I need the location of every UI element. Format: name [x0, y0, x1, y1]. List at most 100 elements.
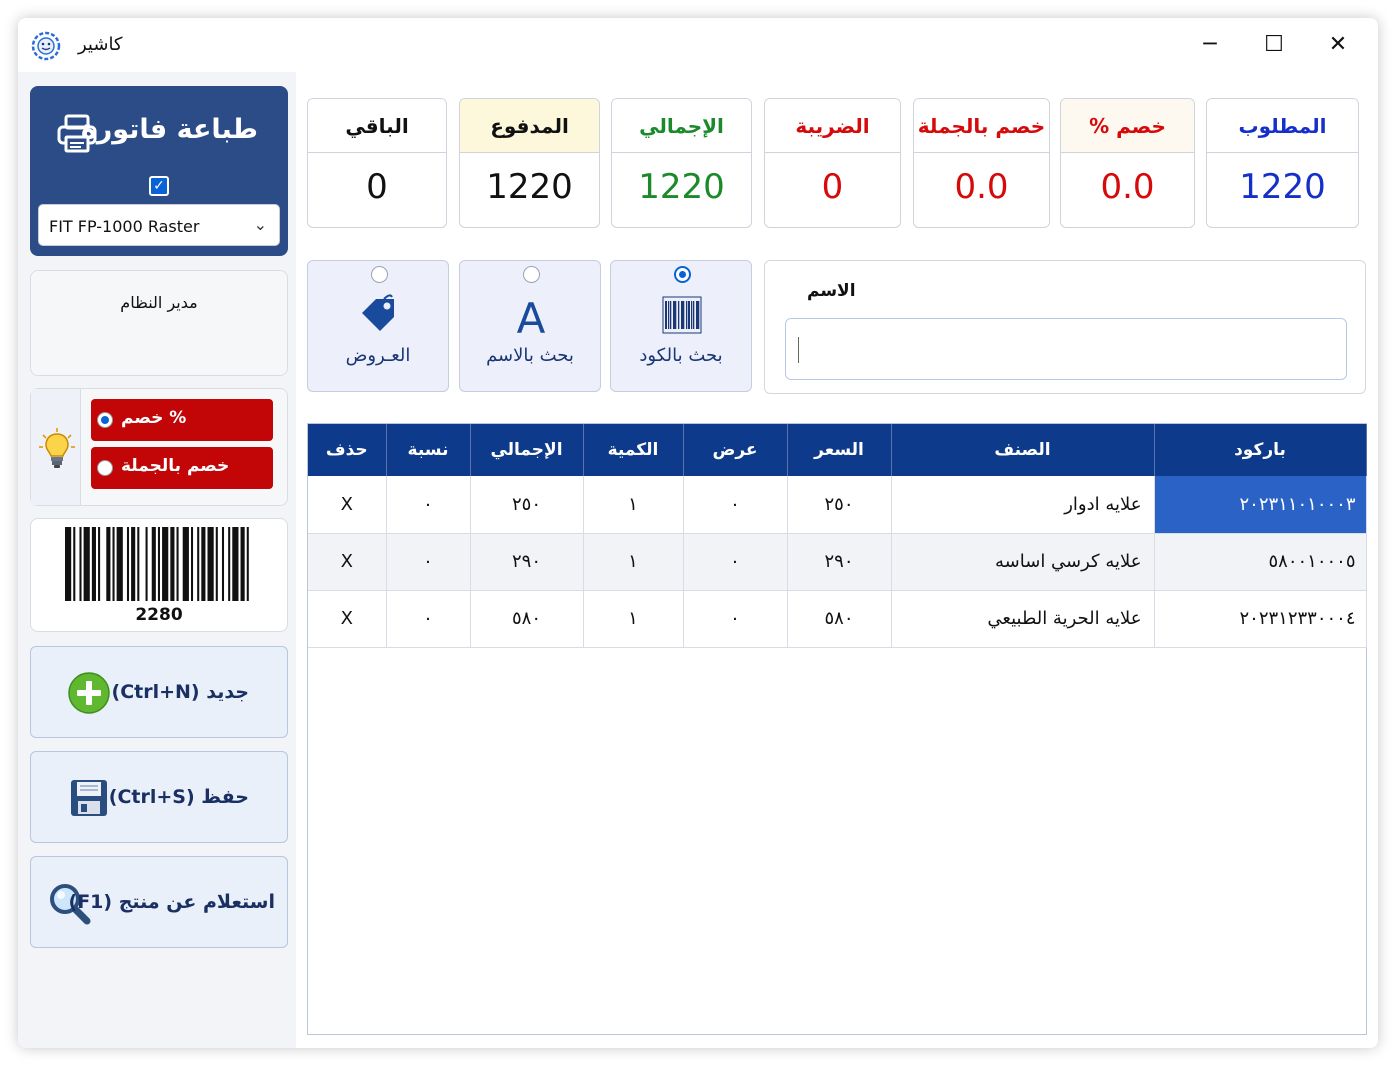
printer-icon[interactable]	[56, 114, 98, 154]
name-search-label: الاسم	[807, 281, 856, 301]
plus-circle-icon	[68, 672, 110, 714]
summary-label: الباقي	[308, 99, 446, 153]
ratio-cell: ٠	[386, 533, 471, 591]
chevron-down-icon: ⌄	[253, 215, 267, 234]
item-name-cell: علايه ادوار	[891, 476, 1155, 534]
search-mode-by-code[interactable]: بحث بالكود	[610, 260, 752, 392]
table-row[interactable]: X ٠ ٢٥٠ ١ ٠ ٢٥٠ علايه ادوار ٢٠٢٣١١٠١٠٠٠٣	[308, 476, 1367, 534]
radio-selected-icon	[97, 412, 113, 428]
radio-unselected-icon[interactable]	[371, 266, 388, 283]
discount-percent-option[interactable]: % خصم	[91, 399, 273, 441]
table-header-row: حذف نسبة الإجمالي الكمية عرض السعر الصنف باركود	[308, 424, 1367, 476]
svg-text:A: A	[517, 294, 546, 337]
summary-label: الإجمالي	[612, 99, 751, 153]
summary-value: 0	[821, 167, 844, 207]
product-inquiry-button[interactable]: استعلام عن منتج (F1)	[30, 856, 288, 948]
price-cell: ٢٥٠	[787, 476, 892, 534]
item-name-cell: علايه الحرية الطبيعي	[891, 590, 1155, 648]
delete-cell[interactable]: X	[308, 476, 387, 534]
search-mode-label: بحث بالاسم	[486, 345, 574, 366]
delete-cell[interactable]: X	[308, 590, 387, 648]
item-name-cell: علايه كرسي اساسه	[891, 533, 1155, 591]
print-invoice-title: طباعة فاتورة	[80, 114, 258, 145]
column-header[interactable]: الإجمالي	[470, 424, 584, 476]
minimize-button[interactable]: ─	[1192, 30, 1228, 60]
summary-card-required: المطلوب 1220	[1206, 98, 1359, 228]
radio-unselected-icon[interactable]	[523, 266, 540, 283]
total-cell: ٢٥٠	[470, 476, 584, 534]
search-mode-offers[interactable]: العـروض	[307, 260, 449, 392]
summary-value: 0.0	[954, 167, 1009, 207]
offer-cell: ٠	[683, 476, 788, 534]
save-button-label: حفظ (Ctrl+S)	[108, 786, 249, 808]
name-search-box: الاسم	[764, 260, 1366, 394]
price-cell: ٥٨٠	[787, 590, 892, 648]
total-cell: ٥٨٠	[470, 590, 584, 648]
search-mode-label: العـروض	[345, 345, 411, 366]
letter-a-icon: A	[517, 294, 546, 337]
items-table: حذف نسبة الإجمالي الكمية عرض السعر الصنف باركود…	[307, 423, 1367, 1035]
table-body: X ٠ ٢٥٠ ١ ٠ ٢٥٠ علايه ادوار ٢٠٢٣١١٠١٠٠٠٣ X ٠ ٢٩٠ ١ ٠…	[308, 476, 1367, 648]
summary-label: خصم بالجملة	[914, 99, 1049, 153]
table-row[interactable]: X ٠ ٢٩٠ ١ ٠ ٢٩٠ علايه كرسي اساسه ٥٨٠٠١٠٠٠٥	[308, 533, 1367, 591]
summary-value: 1220	[1239, 167, 1326, 207]
barcode-cell: ٢٠٢٣١٢٣٣٠٠٠٤	[1154, 590, 1367, 648]
new-button[interactable]: جديد (Ctrl+N)	[30, 646, 288, 738]
save-button[interactable]: حفظ (Ctrl+S)	[30, 751, 288, 843]
column-header[interactable]: باركود	[1154, 424, 1367, 476]
user-box: مدير النظام	[30, 270, 288, 376]
column-header[interactable]: السعر	[787, 424, 892, 476]
summary-value: 0.0	[1100, 167, 1155, 207]
summary-card-percent_discount: خصم % 0.0	[1060, 98, 1195, 228]
column-header[interactable]: حذف	[308, 424, 387, 476]
product-inquiry-label: استعلام عن منتج (F1)	[68, 891, 276, 913]
maximize-button[interactable]: ☐	[1256, 30, 1292, 60]
discount-bulk-label: خصم بالجملة	[121, 456, 230, 476]
ratio-cell: ٠	[386, 476, 471, 534]
barcode-cell: ٥٨٠٠١٠٠٠٥	[1154, 533, 1367, 591]
column-header[interactable]: نسبة	[386, 424, 471, 476]
hint-cell	[31, 389, 81, 505]
barcode-icon	[662, 296, 702, 334]
user-name: مدير النظام	[120, 293, 198, 312]
price-cell: ٢٩٠	[787, 533, 892, 591]
app-logo-icon	[31, 31, 61, 61]
summary-card-bulk_discount: خصم بالجملة 0.0	[913, 98, 1050, 228]
close-button[interactable]: ✕	[1320, 30, 1356, 60]
column-header[interactable]: الكمية	[583, 424, 684, 476]
summary-card-total: الإجمالي 1220	[611, 98, 752, 228]
quantity-cell: ١	[583, 533, 684, 591]
printer-select[interactable]: FIT FP-1000 Raster ⌄	[38, 204, 280, 246]
total-cell: ٢٩٠	[470, 533, 584, 591]
search-mode-label: بحث بالكود	[639, 345, 723, 366]
ratio-cell: ٠	[386, 590, 471, 648]
summary-card-tax: الضريبة 0	[764, 98, 901, 228]
summary-label: المطلوب	[1207, 99, 1358, 153]
summary-label: المدفوع	[460, 99, 599, 153]
column-header[interactable]: الصنف	[891, 424, 1155, 476]
quantity-cell: ١	[583, 476, 684, 534]
text-caret	[798, 337, 799, 363]
delete-cell[interactable]: X	[308, 533, 387, 591]
barcode-number: 2280	[135, 605, 183, 625]
summary-card-paid: المدفوع 1220	[459, 98, 600, 228]
summary-label: الضريبة	[765, 99, 900, 153]
barcode-image	[65, 527, 249, 601]
summary-card-remaining: الباقي 0	[307, 98, 447, 228]
table-row[interactable]: X ٠ ٥٨٠ ١ ٠ ٥٨٠ علايه الحرية الطبيعي ٢٠٢٣١٢٣٣٠٠…	[308, 590, 1367, 648]
cashier-window: كاشير ─ ☐ ✕ طباعة فاتورة ✓ FIT FP-1000 R…	[18, 18, 1378, 1048]
offer-cell: ٠	[683, 533, 788, 591]
column-header[interactable]: عرض	[683, 424, 788, 476]
name-search-input[interactable]	[785, 318, 1347, 380]
lightbulb-icon[interactable]	[39, 427, 75, 471]
discount-type-box: % خصم خصم بالجملة	[30, 388, 288, 506]
print-invoice-checkbox[interactable]: ✓	[149, 176, 169, 196]
barcode-cell: ٢٠٢٣١١٠١٠٠٠٣	[1154, 476, 1367, 534]
tag-icon	[362, 294, 394, 331]
offer-cell: ٠	[683, 590, 788, 648]
radio-selected-icon[interactable]	[674, 266, 691, 283]
barcode-box: 2280	[30, 518, 288, 632]
discount-percent-label: % خصم	[121, 408, 187, 428]
search-mode-by-name[interactable]: A بحث بالاسم	[459, 260, 601, 392]
discount-bulk-option[interactable]: خصم بالجملة	[91, 447, 273, 489]
